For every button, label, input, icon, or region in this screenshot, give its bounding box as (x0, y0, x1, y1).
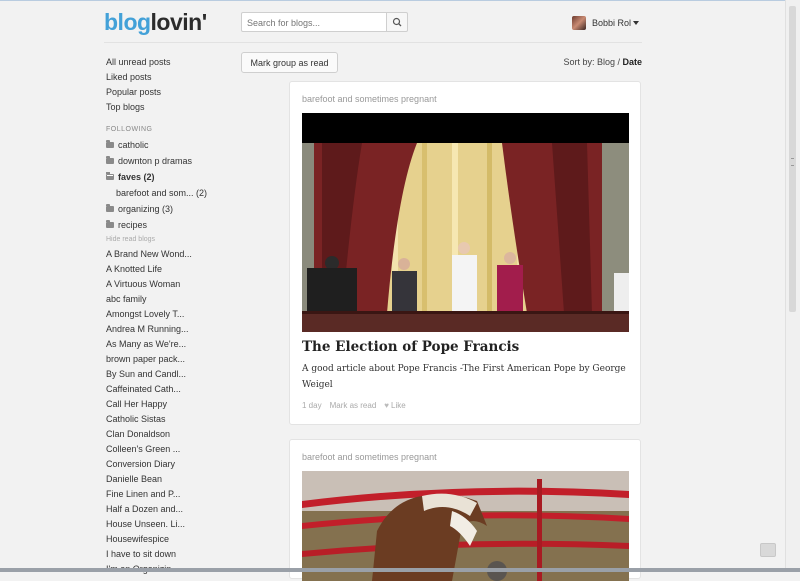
sidebar-blog-barefoot[interactable]: barefoot and som... (2) (106, 185, 231, 201)
folder-catholic[interactable]: catholic (106, 137, 231, 153)
folder-label: faves (2) (118, 172, 155, 182)
post-age: 1 day (302, 401, 322, 410)
following-heading: FOLLOWING (106, 126, 153, 133)
heart-icon[interactable]: ♥ (384, 401, 389, 410)
user-menu[interactable]: Bobbi Rol (572, 15, 640, 31)
search-input[interactable] (242, 14, 385, 32)
mark-group-read-button[interactable]: Mark group as read (241, 52, 338, 73)
sidebar-item-all-unread[interactable]: All unread posts (106, 55, 231, 70)
scrollbar-grip-icon (791, 158, 794, 166)
folder-recipes[interactable]: recipes (106, 217, 231, 233)
post-source[interactable]: barefoot and sometimes pregnant (302, 452, 437, 462)
post-source[interactable]: barefoot and sometimes pregnant (302, 94, 437, 104)
folder-icon (106, 220, 114, 228)
folder-label: downton p dramas (118, 156, 193, 166)
post-description: A good article about Pope Francis -The F… (302, 364, 626, 390)
sidebar-blog[interactable]: A Knotted Life (106, 262, 231, 277)
folder-label: recipes (118, 220, 148, 230)
window-top-border (0, 0, 800, 1)
sidebar-blog[interactable]: abc family (106, 292, 231, 307)
folder-open-icon (106, 172, 114, 180)
scrollbar[interactable] (785, 0, 800, 572)
search-icon (392, 17, 402, 27)
sidebar-blog[interactable]: Half a Dozen and... (106, 502, 231, 517)
search-button[interactable] (387, 12, 408, 32)
bloglovin-logo[interactable]: bloglovin' (104, 9, 207, 36)
sidebar-blog[interactable]: Conversion Diary (106, 457, 231, 472)
feedback-corner-button[interactable] (760, 543, 776, 557)
post-card: barefoot and sometimes pregnant (289, 439, 641, 581)
taskbar-edge (0, 568, 800, 572)
folder-label: organizing (3) (118, 204, 174, 214)
sidebar-blog[interactable]: As Many as We're... (106, 337, 231, 352)
folder-organizing[interactable]: organizing (3) (106, 201, 231, 217)
sidebar-blog[interactable]: Fine Linen and P... (106, 487, 231, 502)
hide-read-blogs-link[interactable]: Hide read blogs (106, 233, 231, 247)
post-title[interactable]: The Election of Pope Francis (302, 339, 519, 355)
sidebar-blog[interactable]: I have to sit down (106, 547, 231, 562)
post-card: barefoot and sometimes pregnant (289, 81, 641, 425)
sort-control: Sort by: Blog / Date (563, 57, 642, 67)
post-image[interactable] (302, 471, 629, 581)
sort-date-active[interactable]: Date (622, 57, 642, 67)
horse-photo (302, 471, 629, 581)
sidebar-item-popular-posts[interactable]: Popular posts (106, 85, 231, 100)
post-image[interactable] (302, 113, 629, 332)
sidebar-blog[interactable]: By Sun and Candl... (106, 367, 231, 382)
sidebar-blog[interactable]: Clan Donaldson (106, 427, 231, 442)
sidebar-blog[interactable]: brown paper pack... (106, 352, 231, 367)
mark-as-read-link[interactable]: Mark as read (330, 401, 377, 410)
folder-icon (106, 140, 114, 148)
sort-options[interactable]: Sort by: Blog / (563, 57, 622, 67)
folder-icon (106, 156, 114, 164)
user-name: Bobbi Rol (592, 18, 632, 28)
sidebar-blog[interactable]: Andrea M Running... (106, 322, 231, 337)
pope-balcony-photo (302, 113, 629, 332)
sidebar-blog[interactable]: A Brand New Wond... (106, 247, 231, 262)
logo-blog: blog (104, 9, 151, 35)
sidebar-blog[interactable]: Call Her Happy (106, 397, 231, 412)
folder-icon (106, 204, 114, 212)
chevron-down-icon (633, 21, 640, 25)
logo-lovin: lovin' (150, 9, 208, 35)
folder-downton[interactable]: downton p dramas (106, 153, 231, 169)
post-meta: 1 day Mark as read ♥ Like (302, 401, 414, 410)
sidebar-blog[interactable]: Housewifespice (106, 532, 231, 547)
header-divider (104, 42, 642, 43)
sidebar-blog[interactable]: Amongst Lovely T... (106, 307, 231, 322)
avatar (572, 16, 586, 30)
folder-label: catholic (118, 140, 149, 150)
sidebar-item-top-blogs[interactable]: Top blogs (106, 100, 231, 115)
search-box[interactable] (241, 12, 387, 32)
sidebar-blog[interactable]: House Unseen. Li... (106, 517, 231, 532)
sidebar-blog[interactable]: Danielle Bean (106, 472, 231, 487)
sidebar: All unread posts Liked posts Popular pos… (106, 55, 231, 577)
sidebar-blog[interactable]: Colleen's Green ... (106, 442, 231, 457)
sidebar-blog[interactable]: Catholic Sistas (106, 412, 231, 427)
sidebar-item-liked-posts[interactable]: Liked posts (106, 70, 231, 85)
sidebar-blog[interactable]: Caffeinated Cath... (106, 382, 231, 397)
sidebar-blog[interactable]: A Virtuous Woman (106, 277, 231, 292)
folder-faves[interactable]: faves (2) (106, 169, 231, 185)
like-link[interactable]: Like (391, 401, 406, 410)
